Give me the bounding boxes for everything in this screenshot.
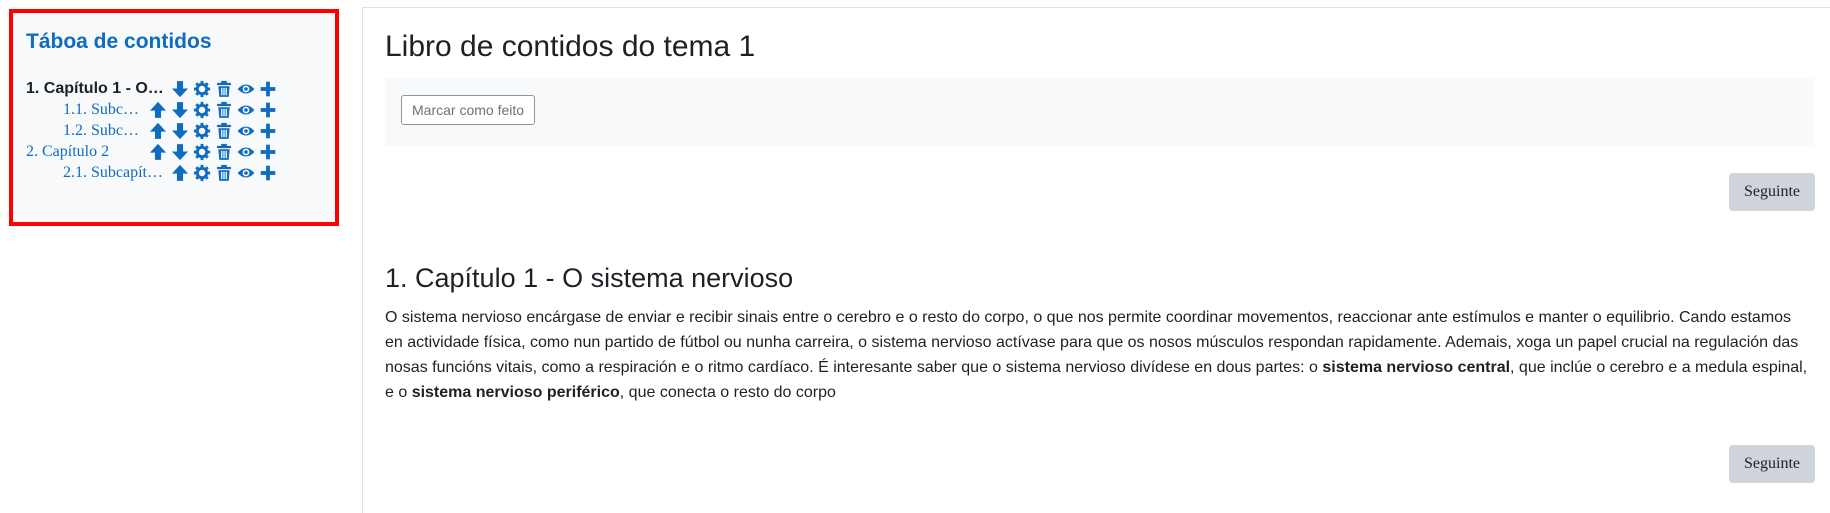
eye-icon[interactable] [237,164,257,182]
plus-icon[interactable] [259,143,279,161]
toc-item: 2.1. Subcapítulo 1 [13,162,335,184]
eye-icon[interactable] [237,101,257,119]
toc-title: Táboa de contidos [26,30,212,53]
gear-icon[interactable] [193,101,213,119]
mark-as-done-button[interactable]: Marcar como feito [401,95,536,125]
page-title: Libro de contidos do tema 1 [385,30,756,63]
trash-icon[interactable] [215,143,235,161]
next-button[interactable]: Seguinte [1729,173,1815,211]
eye-icon[interactable] [237,122,257,140]
toc-item: 2. Capítulo 2 [13,141,335,163]
trash-icon[interactable] [215,164,235,182]
chapter-text-part: , que conecta o resto do corpo [619,384,836,401]
arrow-down-icon[interactable] [171,80,191,98]
gear-icon[interactable] [193,143,213,161]
chapter-heading: 1. Capítulo 1 - O sistema nervioso [385,263,794,293]
chapter-text-bold: sistema nervioso periférico [411,384,620,401]
main-content: Libro de contidos do tema 1 Marcar como … [362,7,1830,513]
arrow-down-icon[interactable] [171,101,191,119]
plus-icon[interactable] [259,122,279,140]
arrow-down-icon[interactable] [171,143,191,161]
chapter-text-bold: sistema nervioso central [1322,359,1511,376]
trash-icon[interactable] [215,101,235,119]
plus-icon[interactable] [259,164,279,182]
arrow-down-icon[interactable] [171,122,191,140]
table-of-contents: Táboa de contidos 1. Capítulo 1 - O sist… [9,9,339,226]
toc-chapter-link[interactable]: 1.2. Subcapítulo 2 [63,120,145,142]
toc-current-chapter[interactable]: 1. Capítulo 1 - O sistema nervioso [26,78,167,100]
toc-item: 1.1. Subcapítulo 1 [13,99,335,121]
plus-icon[interactable] [259,101,279,119]
plus-icon[interactable] [259,80,279,98]
toc-chapter-link[interactable]: 1.1. Subcapítulo 1 [63,99,145,121]
trash-icon[interactable] [215,80,235,98]
gear-icon[interactable] [193,80,213,98]
trash-icon[interactable] [215,122,235,140]
gear-icon[interactable] [193,122,213,140]
arrow-up-icon[interactable] [149,101,169,119]
eye-icon[interactable] [237,80,257,98]
toc-item: 1.2. Subcapítulo 2 [13,120,335,142]
eye-icon[interactable] [237,143,257,161]
toc-chapter-link[interactable]: 2. Capítulo 2 [26,141,145,163]
arrow-up-icon[interactable] [149,143,169,161]
toc-item: 1. Capítulo 1 - O sistema nervioso [13,78,335,100]
activity-completion-bar: Marcar como feito [385,78,1814,146]
gear-icon[interactable] [193,164,213,182]
arrow-up-icon[interactable] [149,122,169,140]
toc-chapter-link[interactable]: 2.1. Subcapítulo 1 [63,162,167,184]
next-button[interactable]: Seguinte [1729,445,1815,483]
chapter-text: O sistema nervioso encárgase de enviar e… [385,305,1810,405]
arrow-up-icon[interactable] [171,164,191,182]
